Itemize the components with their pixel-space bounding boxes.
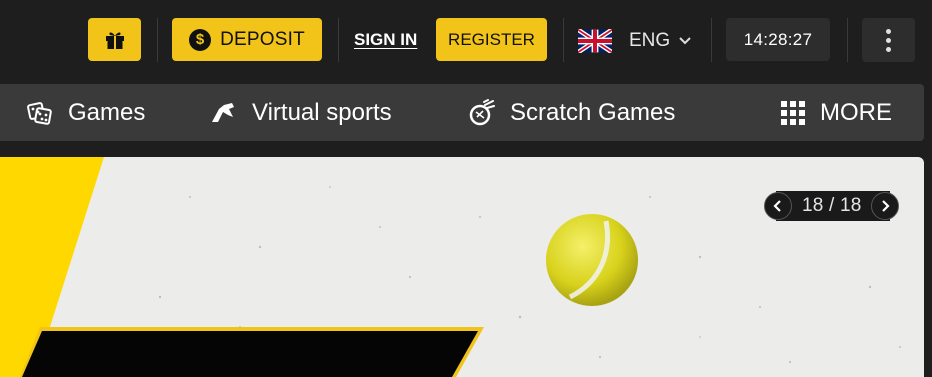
- deposit-button[interactable]: $ DEPOSIT: [172, 18, 322, 61]
- promo-banner[interactable]: 18 / 18: [0, 157, 924, 377]
- register-label: REGISTER: [448, 29, 535, 49]
- nav-item-label: MORE: [820, 98, 892, 126]
- language-label: ENG: [629, 30, 671, 51]
- category-nav: Games Virtual sports Scratch Games MORE: [0, 84, 924, 141]
- sign-in-link[interactable]: SIGN IN: [354, 30, 417, 50]
- nav-item-virtual-sports[interactable]: Virtual sports: [210, 84, 392, 141]
- slide-counter: 18 / 18: [802, 195, 862, 216]
- prev-slide-button[interactable]: [764, 192, 792, 220]
- nav-item-label: Virtual sports: [252, 98, 392, 126]
- chevron-left-icon: [773, 200, 781, 212]
- register-button[interactable]: REGISTER: [436, 18, 547, 61]
- gift-button[interactable]: [88, 18, 141, 61]
- header-divider: [847, 18, 848, 62]
- banner-artwork: [0, 157, 901, 377]
- horse-icon: [212, 102, 234, 122]
- scratch-ball-icon: [469, 98, 495, 125]
- dice-icon: [27, 101, 52, 125]
- nav-item-label: Scratch Games: [510, 98, 676, 126]
- kebab-menu-icon: [886, 28, 891, 52]
- top-header: $ DEPOSIT SIGN IN REGISTER ENG 14:28:27: [0, 0, 932, 80]
- gift-icon: [105, 32, 124, 49]
- chevron-down-icon: [679, 37, 691, 45]
- deposit-label: DEPOSIT: [220, 28, 305, 50]
- slide-pager: 18 / 18: [764, 191, 902, 221]
- nav-item-scratch-games[interactable]: Scratch Games: [468, 84, 675, 141]
- language-selector[interactable]: ENG: [578, 26, 692, 56]
- clock-display: 14:28:27: [726, 18, 830, 61]
- header-divider: [563, 18, 564, 62]
- nav-item-more[interactable]: MORE: [780, 84, 892, 141]
- chevron-right-icon: [882, 200, 890, 212]
- dollar-coin-icon: $: [189, 28, 212, 51]
- nav-item-games[interactable]: Games: [26, 84, 145, 141]
- nav-item-label: Games: [68, 98, 146, 126]
- uk-flag-icon: [578, 29, 612, 53]
- kebab-menu-button[interactable]: [862, 18, 915, 62]
- header-divider: [711, 18, 712, 62]
- header-divider: [338, 18, 339, 62]
- header-divider: [157, 18, 158, 62]
- next-slide-button[interactable]: [871, 192, 899, 220]
- grid-icon: [781, 100, 805, 125]
